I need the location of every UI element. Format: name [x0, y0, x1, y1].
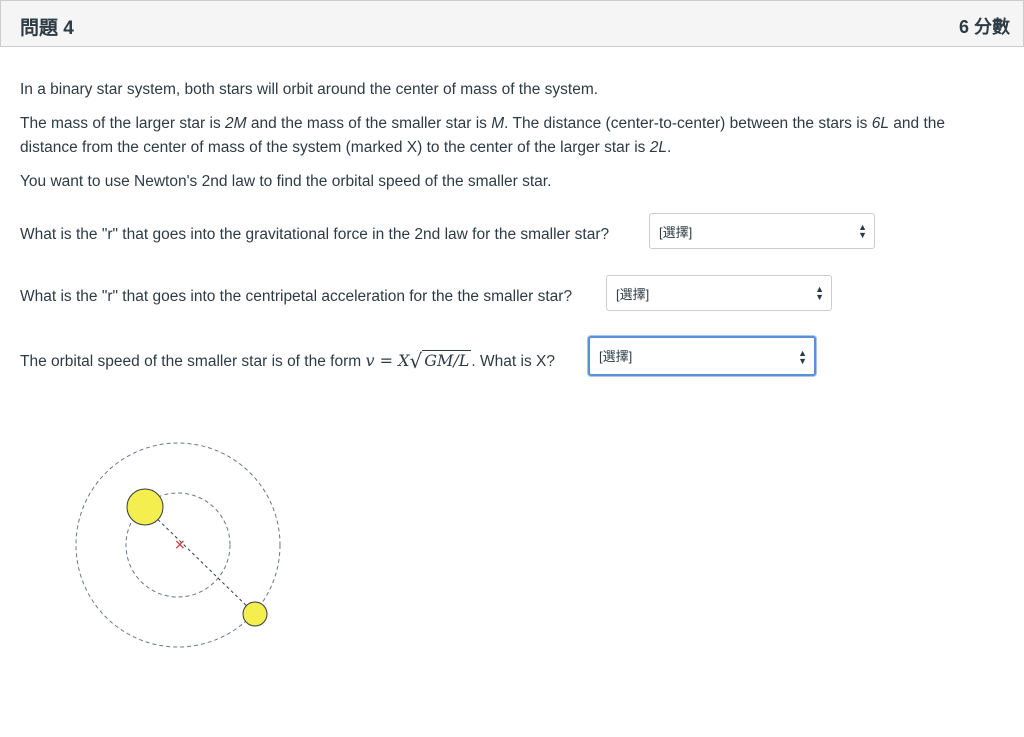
separation-line	[144, 506, 256, 615]
intro-paragraph: In a binary star system, both stars will…	[20, 81, 599, 98]
question-body: In a binary star system, both stars will…	[20, 78, 1000, 204]
text-segment: and the mass of the smaller star is	[246, 115, 492, 132]
text-segment: The mass of the larger star is	[20, 115, 226, 132]
question-title: 問題 4	[20, 18, 74, 39]
question-1-text: What is the "r" that goes into the gravi…	[20, 226, 610, 243]
chevron-updown-icon: ▲ ▼	[798, 348, 807, 366]
task-paragraph: You want to use Newton's 2nd law to find…	[20, 173, 552, 190]
question-points: 6 分數	[958, 17, 1010, 37]
formula-radicand: GM/L	[422, 350, 472, 370]
text-segment: .	[666, 139, 672, 156]
text-segment: . The distance (center-to-center) betwee…	[504, 115, 872, 132]
center-of-mass-marker: ×	[174, 537, 186, 553]
chevron-updown-icon: ▲ ▼	[858, 222, 867, 240]
small-star	[242, 601, 268, 627]
mass-paragraph: The mass of the larger star is 2M and th…	[20, 112, 1000, 160]
distance-large: 2L	[649, 139, 667, 156]
text-segment: The orbital speed of the smaller star is…	[20, 353, 366, 370]
formula-sqrt: √ GM/L	[409, 349, 472, 373]
select-value: [選擇]	[616, 287, 650, 302]
question-header: 問題 4 6 分數	[0, 0, 1024, 47]
mass-small: M	[491, 115, 505, 132]
select-value: [選擇]	[599, 349, 633, 364]
chevron-updown-icon: ▲ ▼	[815, 284, 824, 302]
question-3-select[interactable]: [選擇] ▲ ▼	[588, 336, 816, 376]
large-star	[126, 488, 164, 526]
formula-lhs: v = X	[365, 351, 410, 370]
distance-total: 6L	[871, 115, 889, 132]
question-3-text: The orbital speed of the smaller star is…	[20, 347, 555, 373]
select-value: [選擇]	[659, 225, 693, 240]
binary-star-diagram: ×	[75, 442, 281, 648]
question-2-text: What is the "r" that goes into the centr…	[20, 288, 573, 305]
mass-large: 2M	[225, 115, 247, 132]
question-1-select[interactable]: [選擇] ▲ ▼	[649, 213, 875, 249]
question-2-select[interactable]: [選擇] ▲ ▼	[606, 275, 832, 311]
text-segment: . What is X?	[471, 353, 555, 370]
